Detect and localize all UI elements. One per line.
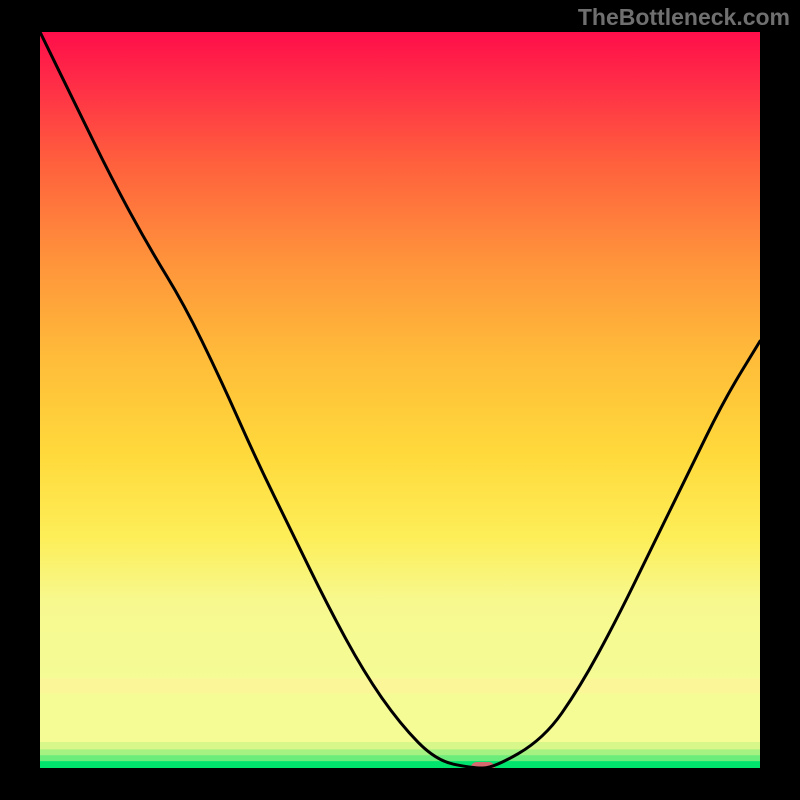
chart-plot-area <box>40 32 760 768</box>
watermark-text: TheBottleneck.com <box>578 4 790 31</box>
chart-container: TheBottleneck.com <box>0 0 800 800</box>
chart-gradient-background <box>40 32 760 679</box>
chart-svg <box>40 32 760 768</box>
